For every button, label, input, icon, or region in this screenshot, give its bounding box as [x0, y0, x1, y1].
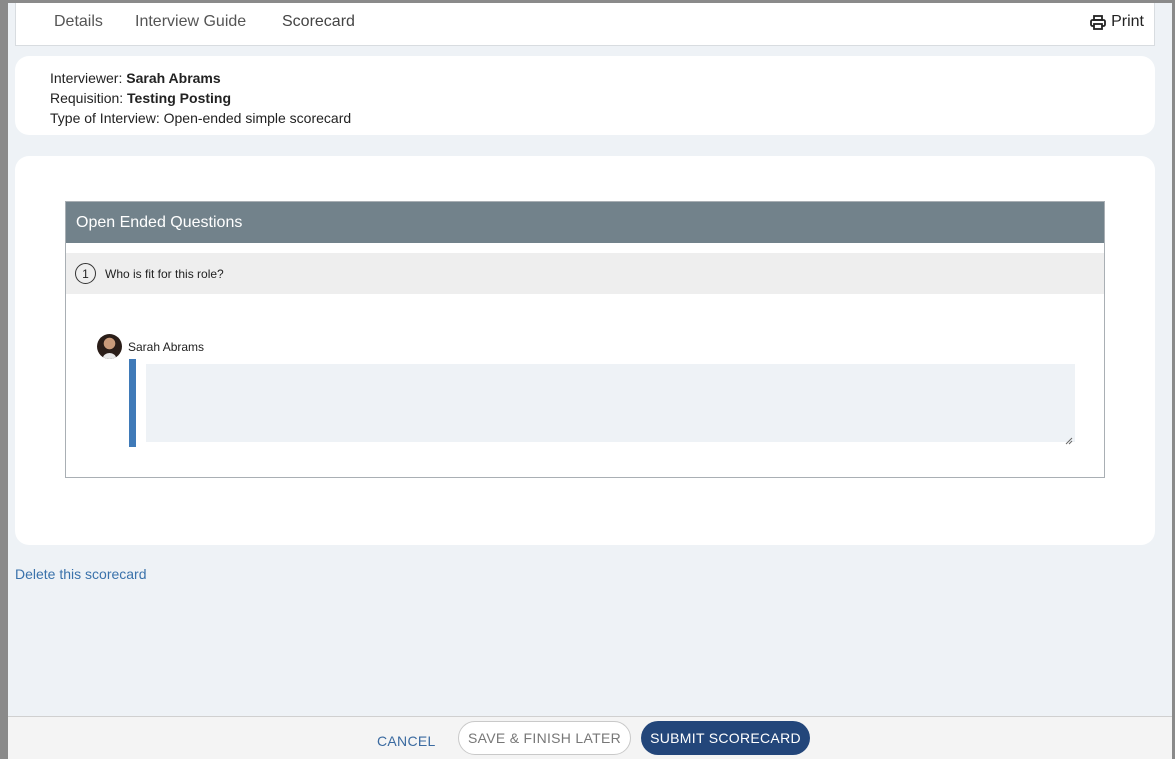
tab-bar: Details Interview Guide Scorecard Print — [15, 3, 1155, 46]
answerer: Sarah Abrams — [97, 334, 204, 359]
interviewer-line: Interviewer: Sarah Abrams — [50, 68, 1155, 88]
scorecard-card: Open Ended Questions 1 Who is fit for th… — [15, 156, 1155, 545]
interview-type-value: Open-ended simple scorecard — [163, 110, 352, 126]
answer-area — [129, 359, 1075, 447]
modal-frame: Details Interview Guide Scorecard Print … — [8, 3, 1172, 759]
footer-action-bar: CANCEL SAVE & FINISH LATER SUBMIT SCOREC… — [8, 716, 1172, 759]
section-title: Open Ended Questions — [66, 202, 1104, 243]
question-text: Who is fit for this role? — [105, 266, 224, 281]
interview-info-card: Interviewer: Sarah Abrams Requisition: T… — [15, 56, 1155, 135]
answer-accent-bar — [129, 359, 136, 447]
question-row: 1 Who is fit for this role? — [66, 253, 1104, 294]
print-label: Print — [1111, 13, 1144, 30]
print-button[interactable]: Print — [1090, 13, 1144, 31]
save-finish-later-button[interactable]: SAVE & FINISH LATER — [458, 721, 631, 755]
requisition-value: Testing Posting — [127, 90, 232, 106]
questions-section: Open Ended Questions 1 Who is fit for th… — [65, 201, 1105, 478]
requisition-line: Requisition: Testing Posting — [50, 88, 1155, 108]
question-number-badge: 1 — [75, 263, 96, 284]
tab-scorecard[interactable]: Scorecard — [282, 13, 355, 31]
requisition-label: Requisition: — [50, 90, 128, 106]
resize-handle-icon[interactable] — [1065, 437, 1073, 445]
answerer-name: Sarah Abrams — [128, 339, 205, 354]
interviewer-label: Interviewer: — [50, 70, 127, 86]
submit-scorecard-button[interactable]: SUBMIT SCORECARD — [641, 721, 810, 755]
avatar — [97, 334, 122, 359]
cancel-button[interactable]: CANCEL — [377, 733, 436, 749]
delete-scorecard-link[interactable]: Delete this scorecard — [15, 566, 147, 582]
interviewer-value: Sarah Abrams — [126, 70, 221, 86]
tab-details[interactable]: Details — [54, 13, 103, 31]
interview-type-label: Type of Interview: — [50, 110, 164, 126]
printer-icon — [1090, 14, 1106, 30]
interview-type-line: Type of Interview: Open-ended simple sco… — [50, 108, 1155, 128]
tab-interview-guide[interactable]: Interview Guide — [135, 13, 246, 31]
answer-textarea[interactable] — [146, 364, 1075, 442]
